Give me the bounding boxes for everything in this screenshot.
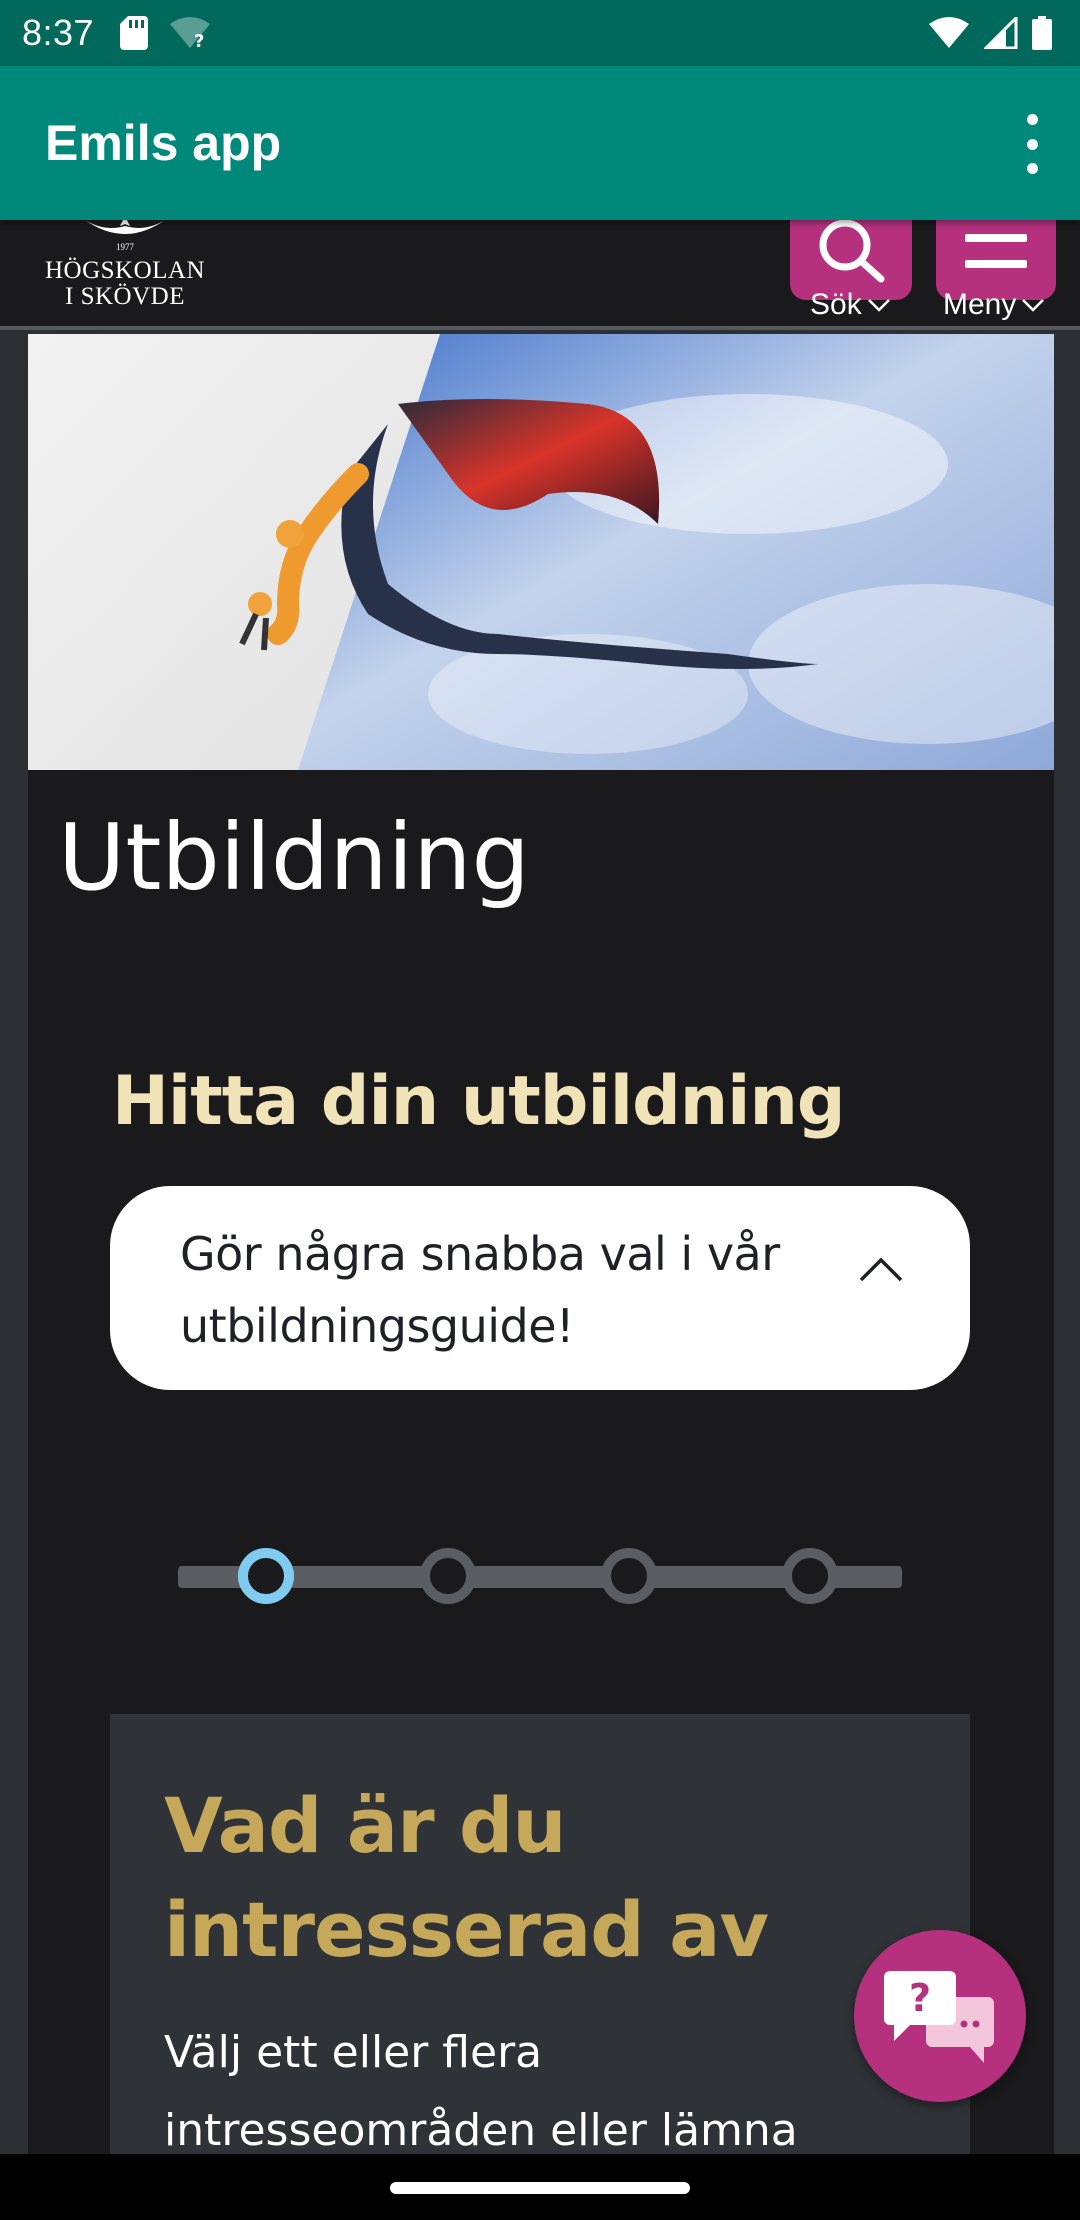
menu-label[interactable]: Meny <box>943 288 1045 322</box>
signal-icon <box>984 17 1018 49</box>
chevron-down-icon <box>1022 299 1045 312</box>
wifi-question-icon: ? <box>170 17 211 50</box>
navigation-bar <box>0 2154 1080 2220</box>
wifi-icon <box>929 17 969 48</box>
chevron-down-icon <box>867 299 890 312</box>
site-header: 1977 HÖGSKOLAN I SKÖVDE Sök Meny <box>0 220 1080 330</box>
menu-label-text: Meny <box>943 288 1017 321</box>
guide-title: Hitta din utbildning <box>112 1062 846 1141</box>
crown-emblem-icon: 1977 <box>85 220 165 252</box>
svg-text:?: ? <box>909 1976 931 2020</box>
interest-card: Vad är du intresserad av Välj ett eller … <box>110 1714 970 2154</box>
step-4[interactable] <box>782 1548 838 1604</box>
accordion-text: Gör några snabba val i vår utbildningsgu… <box>180 1227 780 1353</box>
app-bar: Emils app <box>0 66 1080 220</box>
interest-title: Vad är du intresserad av <box>164 1781 769 1974</box>
status-right-icons <box>928 0 1052 66</box>
guide-accordion[interactable]: Gör några snabba val i vår utbildningsgu… <box>110 1186 970 1390</box>
main-content: Utbildning Hitta din utbildning Gör någr… <box>28 334 1054 2154</box>
app-title: Emils app <box>45 115 282 171</box>
step-1[interactable] <box>238 1548 294 1604</box>
step-2[interactable] <box>420 1548 476 1604</box>
interest-description: Välj ett eller flera intresseområden ell… <box>164 2027 798 2154</box>
search-label-text: Sök <box>810 288 862 321</box>
university-logo[interactable]: 1977 HÖGSKOLAN I SKÖVDE <box>40 220 210 320</box>
svg-text:?: ? <box>194 31 204 50</box>
battery-icon <box>1032 16 1052 50</box>
logo-line-1: HÖGSKOLAN <box>44 257 206 284</box>
status-bar: 8:37 ? <box>0 0 1080 66</box>
overflow-menu-icon[interactable] <box>1014 114 1050 174</box>
guide-stepper <box>178 1544 902 1608</box>
svg-text:1977: 1977 <box>116 242 135 252</box>
chevron-up-icon <box>859 1257 903 1282</box>
hamburger-icon <box>965 234 1027 268</box>
status-left-icons: ? <box>120 16 212 50</box>
chat-help-button[interactable]: ? <box>854 1930 1026 2102</box>
search-icon <box>819 220 885 283</box>
logo-text: HÖGSKOLAN I SKÖVDE <box>40 258 210 310</box>
chat-help-icon: ? <box>884 1971 994 2063</box>
page-title: Utbildning <box>58 804 530 911</box>
hero-dragon-robot-arm-image <box>239 334 1054 770</box>
search-label[interactable]: Sök <box>810 288 890 322</box>
home-gesture-pill[interactable] <box>390 2182 690 2194</box>
hero-image <box>28 334 1054 770</box>
status-time: 8:37 <box>22 12 95 53</box>
step-3[interactable] <box>601 1548 657 1604</box>
logo-line-2: I SKÖVDE <box>65 283 185 310</box>
sd-card-icon <box>120 16 149 50</box>
